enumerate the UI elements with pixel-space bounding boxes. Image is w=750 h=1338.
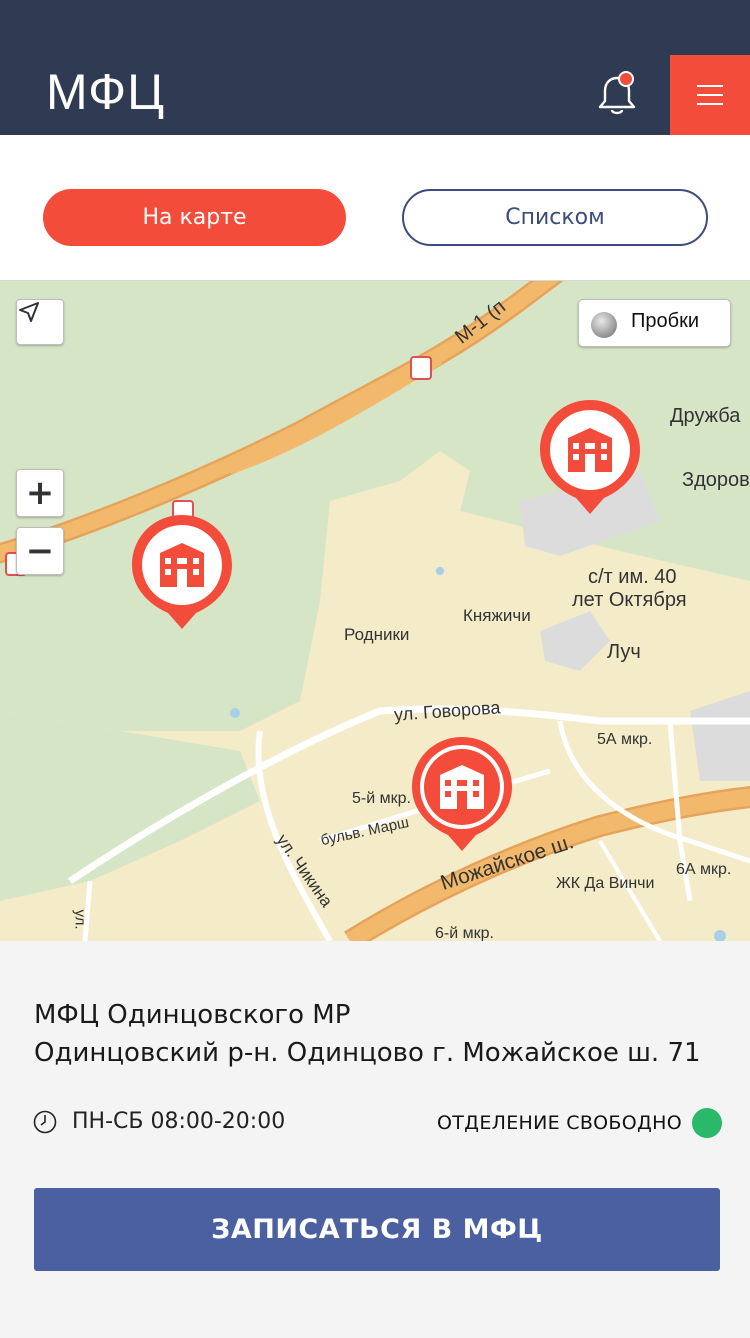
zoom-out-button[interactable]: − (16, 527, 64, 575)
clock-icon (33, 1110, 57, 1134)
traffic-label: Пробки (631, 310, 699, 332)
hamburger-icon-line (697, 94, 723, 96)
book-mfc-button[interactable]: ЗАПИСАТЬСЯ В МФЦ (34, 1188, 720, 1271)
map-view-button[interactable]: На карте (43, 189, 346, 246)
map-label-st2: лет Октября (572, 589, 687, 611)
map-view[interactable]: М-1 (п Дружба Здоров с/т им. 40 лет Октя… (0, 281, 750, 941)
mfc-marker-selected-icon[interactable] (410, 735, 514, 853)
map-label-st1: с/т им. 40 (588, 566, 677, 588)
map-label-knyazhichi: Княжичи (463, 606, 531, 625)
office-info-panel: МФЦ Одинцовского МР Одинцовский р-н. Оди… (0, 941, 750, 1338)
app-title: МФЦ (46, 64, 166, 120)
view-toggle: На карте Списком (0, 135, 750, 281)
mfc-marker-icon[interactable] (130, 513, 234, 631)
list-view-button[interactable]: Списком (402, 189, 708, 246)
map-label-ul: ул. (71, 909, 89, 930)
map-label-5: 5-й мкр. (352, 790, 411, 807)
office-status: ОТДЕЛЕНИЕ СВОБОДНО (437, 1112, 682, 1134)
map-label-6a: 6А мкр. (676, 861, 732, 878)
bell-icon[interactable] (594, 70, 640, 120)
map-label-6: 6-й мкр. (435, 925, 494, 941)
office-name: МФЦ Одинцовского МР (34, 1000, 351, 1030)
traffic-button[interactable]: Пробки (578, 299, 731, 347)
map-label-druzhba: Дружба (670, 405, 741, 427)
zoom-in-button[interactable]: + (16, 469, 64, 517)
map-label-zdorov: Здоров (682, 469, 750, 491)
traffic-light-icon (591, 312, 617, 338)
mfc-marker-icon[interactable] (538, 398, 642, 516)
map-label-luch: Луч (607, 641, 641, 663)
app-header: МФЦ (0, 0, 750, 135)
hamburger-icon-line (697, 85, 723, 87)
office-address: Одинцовский р-н. Одинцово г. Можайское ш… (34, 1038, 701, 1068)
map-label-5a: 5А мкр. (597, 731, 653, 748)
map-label-davinchi: ЖК Да Винчи (556, 875, 655, 892)
locate-button[interactable] (16, 299, 64, 345)
hamburger-icon-line (697, 103, 723, 105)
office-hours: ПН-СБ 08:00-20:00 (72, 1109, 286, 1134)
navigation-arrow-icon (19, 302, 39, 322)
map-label-rodniki: Родники (344, 625, 410, 644)
menu-button[interactable] (670, 55, 750, 135)
status-indicator (692, 1108, 722, 1138)
